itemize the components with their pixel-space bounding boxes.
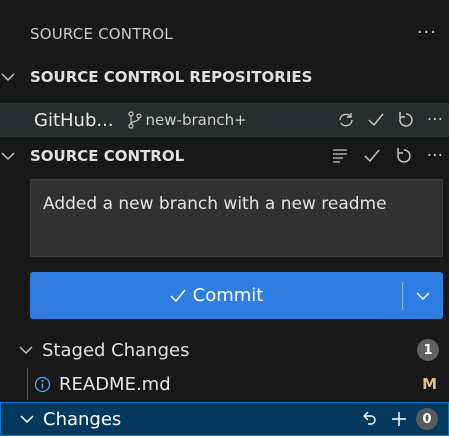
sync-icon[interactable]: [337, 111, 355, 129]
section-title: SOURCE CONTROL: [30, 147, 185, 165]
check-icon[interactable]: [367, 111, 385, 129]
info-icon: [34, 376, 51, 393]
panel-title: SOURCE CONTROL: [30, 25, 173, 43]
commit-main-button[interactable]: Commit: [30, 285, 402, 306]
refresh-icon[interactable]: [395, 147, 413, 165]
changes-title: Changes: [43, 408, 122, 430]
section-header-source-control[interactable]: SOURCE CONTROL ···: [0, 140, 449, 172]
panel-header: SOURCE CONTROL ···: [0, 14, 449, 54]
branch-indicator[interactable]: new-branch+: [127, 111, 247, 129]
staged-changes-header[interactable]: Staged Changes 1: [0, 334, 449, 366]
more-icon[interactable]: ···: [427, 110, 443, 130]
chevron-down-icon: [19, 411, 35, 427]
section-title: SOURCE CONTROL REPOSITORIES: [30, 68, 313, 86]
more-icon[interactable]: ···: [417, 22, 437, 43]
branch-name: new-branch+: [145, 111, 247, 129]
file-status-badge: M: [422, 375, 437, 393]
section-header-repositories[interactable]: SOURCE CONTROL REPOSITORIES: [0, 61, 449, 93]
commit-message-input[interactable]: Added a new branch with a new readme: [30, 179, 443, 257]
list-icon[interactable]: [331, 147, 349, 165]
repository-name: GitHub...: [34, 109, 114, 131]
file-name: README.md: [59, 373, 171, 395]
changes-header[interactable]: Changes 0: [0, 402, 449, 436]
commit-dropdown[interactable]: [403, 288, 443, 304]
staged-file-row[interactable]: README.md M: [0, 368, 449, 400]
tree-indent-guide: [27, 368, 28, 400]
commit-label: Commit: [192, 285, 264, 306]
chevron-down-icon: [415, 288, 431, 304]
chevron-down-icon: [18, 342, 34, 358]
check-icon: [169, 287, 187, 305]
staged-changes-title: Staged Changes: [42, 339, 190, 361]
staged-count-badge: 1: [417, 339, 439, 361]
chevron-down-icon: [0, 148, 30, 164]
check-icon[interactable]: [363, 147, 381, 165]
add-icon[interactable]: [390, 410, 408, 428]
git-branch-icon: [127, 111, 142, 129]
discard-icon[interactable]: [360, 410, 378, 428]
more-icon[interactable]: ···: [427, 146, 443, 166]
commit-button[interactable]: Commit: [30, 272, 443, 319]
repository-row[interactable]: GitHub... new-branch+ ···: [0, 103, 449, 137]
changes-count-badge: 0: [416, 408, 438, 430]
refresh-icon[interactable]: [397, 111, 415, 129]
chevron-down-icon: [0, 69, 30, 85]
